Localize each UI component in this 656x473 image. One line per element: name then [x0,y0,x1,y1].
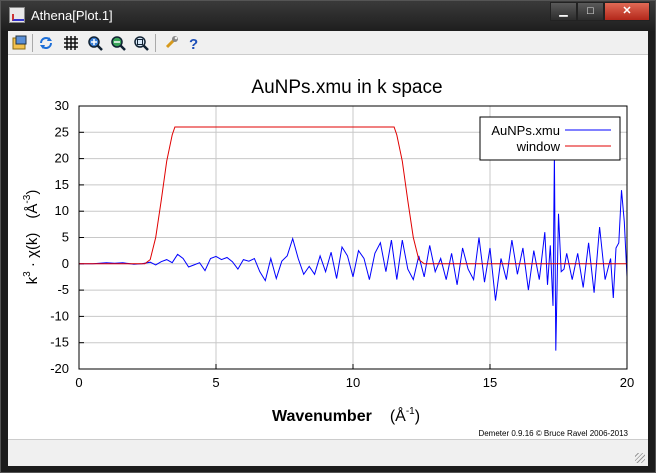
refresh-icon-graphic [40,37,52,49]
zoom-out-icon-graphic [111,36,126,51]
svg-text:?: ? [189,36,198,51]
y-tick-label: -5 [57,282,69,297]
y-axis-label: k3 · χ(k)(Å-3) [22,190,41,285]
legend-label-window: window [516,139,561,154]
plot-toolbar: ? [8,31,648,55]
toolbar-separator [32,34,33,52]
application-window: Athena[Plot.1] ▁ □ ✕ ? AuNPs.xmu in k sp… [0,0,656,473]
zoom-out-icon[interactable] [109,34,127,52]
x-tick-label: 10 [346,375,360,390]
x-tick-label: 0 [75,375,82,390]
x-axis-unit: (Å [390,406,406,425]
zoom-fit-icon-graphic [134,36,149,51]
chart-title: AuNPs.xmu in k space [251,77,442,98]
close-button[interactable]: ✕ [604,2,650,21]
settings-wrench-icon[interactable] [162,34,180,52]
status-bar [8,439,648,466]
title-bar[interactable]: Athena[Plot.1] ▁ □ ✕ [1,1,655,31]
legend: AuNPs.xmu window [479,116,621,161]
resize-grip[interactable] [635,453,645,463]
zoom-in-icon[interactable] [86,34,104,52]
y-tick-label: 10 [55,203,69,218]
x-tick-label: 5 [212,375,219,390]
maximize-button[interactable]: □ [577,2,604,21]
y-tick-label: -20 [50,361,69,376]
zoom-in-icon-graphic [88,36,103,51]
help-icon-graphic: ? [189,36,198,51]
y-tick-label: 20 [55,151,69,166]
x-axis-unit-close: ) [415,408,420,425]
x-tick-label: 20 [620,375,634,390]
y-tick-label: 5 [62,230,69,245]
legend-label-aunps: AuNPs.xmu [491,123,560,138]
y-axis-label-chi: · χ(k) [24,233,41,272]
y-tick-label: 0 [62,256,69,271]
x-tick-label: 15 [483,375,497,390]
y-axis-unit-close: ) [24,190,41,195]
y-tick-label: 25 [55,124,69,139]
y-tick-label: 15 [55,177,69,192]
y-axis-unit: (Å [24,204,41,219]
save-icon-graphic [12,35,27,50]
demeter-credit: Demeter 0.9.16 © Bruce Ravel 2006-2013 [478,429,628,438]
x-axis-label-main: Wavenumber [272,408,372,425]
kspace-chart: AuNPs.xmu in k space 0 5 10 15 20 -20 -15 -10 -5… [22,77,634,438]
help-icon[interactable]: ? [185,34,203,52]
app-plot-icon [9,7,25,23]
window-title: Athena[Plot.1] [31,8,113,23]
grid-icon-graphic [64,36,78,50]
grid-icon[interactable] [62,34,80,52]
toolbar-separator [155,34,156,52]
y-tick-label: 30 [55,98,69,113]
save-icon[interactable] [11,34,29,52]
y-tick-label: -10 [50,308,69,323]
refresh-icon[interactable] [37,34,55,52]
settings-wrench-icon-graphic [165,36,178,49]
x-axis-label: Wavenumber (Å-1) [272,406,420,425]
minimize-button[interactable]: ▁ [550,2,577,21]
plot-area[interactable]: AuNPs.xmu in k space 0 5 10 15 20 -20 -15 -10 -5… [8,55,648,439]
y-tick-label: -15 [50,335,69,350]
zoom-fit-icon[interactable] [132,34,150,52]
